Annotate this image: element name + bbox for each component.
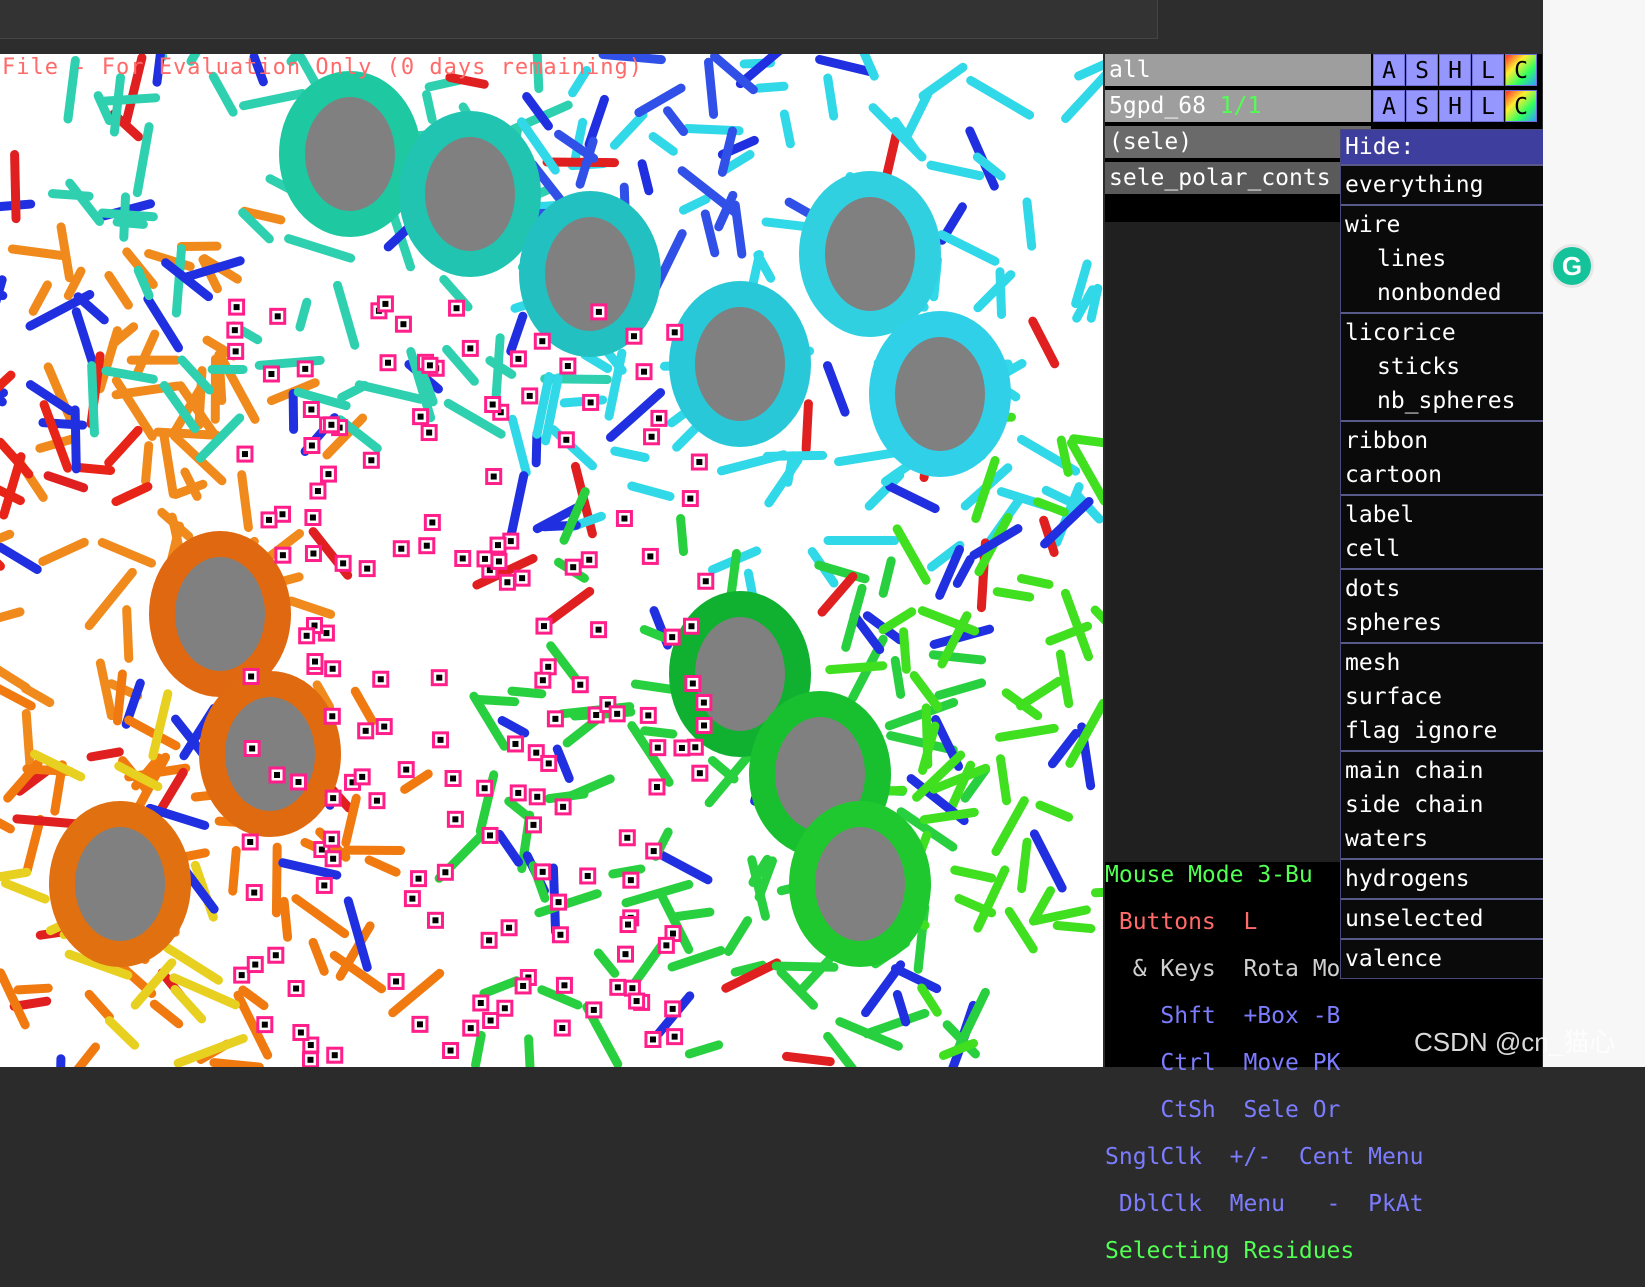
hide-menu-item[interactable]: cartoon	[1341, 458, 1543, 492]
evaluation-notice: File - For Evaluation Only (0 days remai…	[2, 55, 643, 80]
object-row-all[interactable]: all A S H L C	[1105, 54, 1542, 86]
hide-menu-item[interactable]: label	[1341, 498, 1543, 532]
selection-sele[interactable]: (sele)	[1105, 126, 1371, 158]
hide-menu-item[interactable]: side chain	[1341, 788, 1543, 822]
object-name-all[interactable]: all	[1105, 54, 1371, 86]
hide-menu-item[interactable]: cell	[1341, 532, 1543, 566]
hide-menu-item[interactable]: surface	[1341, 680, 1543, 714]
selecting-mode-line[interactable]: Selecting Residues	[1105, 1240, 1340, 1264]
label-button[interactable]: L	[1472, 54, 1504, 86]
hide-menu-group: valence	[1341, 938, 1543, 978]
ctsh-line: CtSh Sele Or	[1105, 1099, 1340, 1123]
show-button[interactable]: S	[1406, 90, 1438, 122]
hide-menu-item[interactable]: nonbonded	[1341, 276, 1543, 310]
hide-menu-group: dotsspheres	[1341, 568, 1543, 642]
color-button[interactable]: C	[1505, 54, 1537, 86]
hide-menu-item[interactable]: hydrogens	[1341, 862, 1543, 896]
hide-menu: Hide: everythingwirelinesnonbondedlicori…	[1340, 129, 1544, 979]
hide-menu-item[interactable]: nb_spheres	[1341, 384, 1543, 418]
object-row-5gpd[interactable]: 5gpd_68 1/1 A S H L C	[1105, 90, 1542, 122]
hide-menu-group: everything	[1341, 164, 1543, 204]
color-button[interactable]: C	[1505, 90, 1537, 122]
hide-menu-item[interactable]: dots	[1341, 572, 1543, 606]
hide-menu-group: meshsurfaceflag ignore	[1341, 642, 1543, 750]
browser-side-strip	[1543, 0, 1645, 1067]
hide-menu-item[interactable]: valence	[1341, 942, 1543, 976]
buttons-line: Buttons L	[1105, 911, 1340, 935]
object-list-empty	[1105, 222, 1371, 862]
hide-menu-item[interactable]: lines	[1341, 242, 1543, 276]
hide-menu-items: everythingwirelinesnonbondedlicoricestic…	[1341, 164, 1543, 978]
sngl-click-line: SnglClk +/- Cent Menu	[1105, 1146, 1340, 1170]
ctrl-line: Ctrl Move PK	[1105, 1052, 1340, 1076]
molecule-render	[0, 54, 1103, 1067]
hide-button[interactable]: H	[1439, 54, 1471, 86]
hide-menu-group: ribboncartoon	[1341, 420, 1543, 494]
hide-menu-item[interactable]: flag ignore	[1341, 714, 1543, 748]
hide-menu-group: hydrogens	[1341, 858, 1543, 898]
watermark: CSDN @cn_猫心	[1414, 1022, 1615, 1059]
hide-menu-group: unselected	[1341, 898, 1543, 938]
grammarly-icon[interactable]: G	[1550, 244, 1594, 288]
object-name-5gpd[interactable]: 5gpd_68 1/1	[1105, 90, 1371, 122]
state-counter: 1/1	[1220, 93, 1262, 119]
dbl-click-line: DblClk Menu - PkAt	[1105, 1193, 1340, 1217]
hide-menu-item[interactable]: spheres	[1341, 606, 1543, 640]
hide-button[interactable]: H	[1439, 90, 1471, 122]
selection-polar-conts[interactable]: sele_polar_conts	[1105, 162, 1371, 194]
hide-menu-item[interactable]: main chain	[1341, 754, 1543, 788]
hide-menu-item[interactable]: unselected	[1341, 902, 1543, 936]
hide-menu-item[interactable]: mesh	[1341, 646, 1543, 680]
shft-line: Shft +Box -B	[1105, 1005, 1340, 1029]
hide-menu-title: Hide:	[1341, 130, 1543, 164]
action-button[interactable]: A	[1373, 54, 1405, 86]
action-button[interactable]: A	[1373, 90, 1405, 122]
hide-menu-item[interactable]: licorice	[1341, 316, 1543, 350]
hide-menu-group: wirelinesnonbonded	[1341, 204, 1543, 312]
hide-menu-group: main chainside chainwaters	[1341, 750, 1543, 858]
show-button[interactable]: S	[1406, 54, 1438, 86]
hide-menu-group: labelcell	[1341, 494, 1543, 568]
toolbar-strip	[0, 0, 1158, 39]
keys-line: & Keys Rota Mo	[1105, 958, 1340, 982]
label-button[interactable]: L	[1472, 90, 1504, 122]
hide-menu-item[interactable]: waters	[1341, 822, 1543, 856]
mouse-mode-help: Mouse Mode 3-Bu Buttons L & Keys Rota Mo…	[1105, 840, 1340, 1287]
hide-menu-item[interactable]: ribbon	[1341, 424, 1543, 458]
molecular-viewport[interactable]: File - For Evaluation Only (0 days remai…	[0, 54, 1103, 1067]
hide-menu-item[interactable]: everything	[1341, 168, 1543, 202]
mouse-mode-line: Mouse Mode 3-Bu	[1105, 864, 1340, 888]
hide-menu-item[interactable]: sticks	[1341, 350, 1543, 384]
window-titlebar	[0, 0, 1545, 54]
hide-menu-group: licoricesticksnb_spheres	[1341, 312, 1543, 420]
hide-menu-item[interactable]: wire	[1341, 208, 1543, 242]
